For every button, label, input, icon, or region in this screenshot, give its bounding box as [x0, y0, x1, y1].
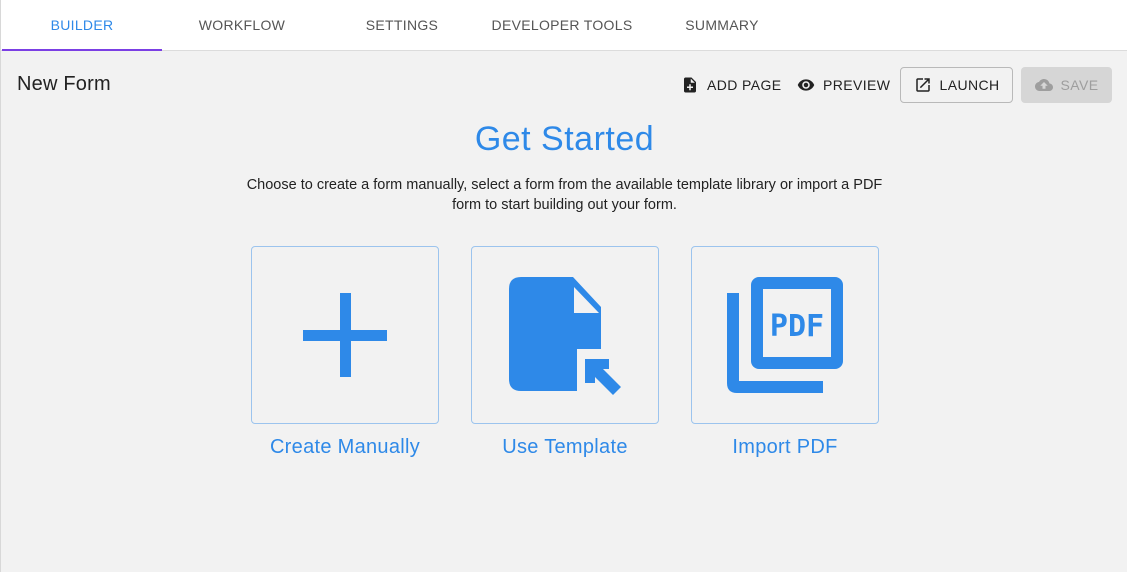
- launch-label: LAUNCH: [939, 77, 1000, 93]
- tab-settings[interactable]: SETTINGS: [322, 0, 482, 50]
- tab-developer-tools[interactable]: DEVELOPER TOOLS: [482, 0, 642, 50]
- launch-button[interactable]: LAUNCH: [900, 67, 1013, 103]
- save-button[interactable]: SAVE: [1021, 67, 1112, 103]
- add-page-icon: [684, 77, 696, 93]
- cloud-upload-icon: [1034, 79, 1053, 91]
- save-label: SAVE: [1060, 77, 1099, 93]
- preview-button[interactable]: PREVIEW: [787, 67, 900, 103]
- use-template-option[interactable]: Use Template: [471, 246, 659, 459]
- import-pdf-card[interactable]: PDF: [691, 246, 879, 424]
- use-template-label: Use Template: [502, 436, 628, 458]
- tab-summary[interactable]: SUMMARY: [642, 0, 802, 50]
- create-manually-option[interactable]: Create Manually: [251, 246, 439, 459]
- template-file-icon: [509, 276, 621, 395]
- pdf-icon: PDF: [727, 277, 843, 393]
- import-pdf-label: Import PDF: [732, 436, 838, 458]
- create-manually-card[interactable]: [251, 246, 439, 424]
- get-started-heading: Get Started: [474, 120, 655, 158]
- pdf-icon-text: PDF: [770, 309, 824, 344]
- use-template-card[interactable]: [471, 246, 659, 424]
- tab-workflow[interactable]: WORKFLOW: [162, 0, 322, 50]
- add-page-button[interactable]: ADD PAGE: [671, 67, 792, 103]
- preview-label: PREVIEW: [823, 77, 891, 93]
- eye-icon: [797, 79, 815, 91]
- tab-bar: BUILDER WORKFLOW SETTINGS DEVELOPER TOOL…: [1, 0, 1127, 51]
- add-page-label: ADD PAGE: [707, 77, 782, 93]
- create-manually-label: Create Manually: [269, 436, 421, 458]
- import-pdf-option[interactable]: PDF Import PDF: [691, 246, 879, 459]
- get-started-description: Choose to create a form manually, select…: [246, 177, 883, 213]
- plus-icon: [303, 293, 387, 377]
- form-title: New Form: [17, 73, 111, 95]
- open-external-icon: [915, 78, 930, 92]
- tab-builder[interactable]: BUILDER: [2, 0, 162, 51]
